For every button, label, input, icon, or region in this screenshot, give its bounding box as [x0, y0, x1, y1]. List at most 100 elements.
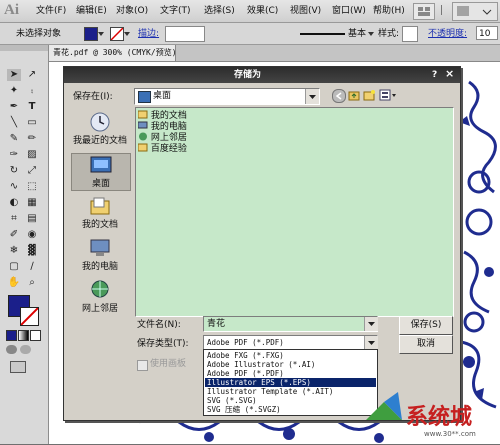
pen-tool-icon[interactable]: ✒ — [7, 101, 21, 113]
menu-effect[interactable]: 效果(C) — [247, 4, 278, 18]
filetype-option-selected[interactable]: Illustrator EPS (*.EPS) — [205, 378, 376, 387]
eraser-icon[interactable]: ▨ — [25, 149, 39, 161]
dialog-title-bar[interactable]: 存储为 ? × — [64, 67, 460, 83]
fill-color-swatch[interactable] — [84, 27, 98, 41]
workspace-switcher-icon[interactable] — [413, 3, 435, 20]
menu-file[interactable]: 文件(F) — [36, 4, 66, 18]
chevron-down-icon[interactable] — [305, 89, 319, 104]
slice-tool-icon[interactable]: ∕ — [25, 261, 39, 273]
opacity-label[interactable]: 不透明度: — [428, 28, 467, 40]
magic-wand-icon[interactable]: ✦ — [7, 85, 21, 97]
help-button[interactable]: ? — [432, 69, 437, 81]
selection-tool-icon[interactable]: ➤ — [7, 69, 21, 81]
filetype-option[interactable]: Adobe FXG (*.FXG) — [205, 351, 376, 360]
opacity-field[interactable]: 10 — [476, 26, 498, 40]
chevron-down-icon[interactable] — [364, 317, 378, 331]
my-documents-icon — [90, 197, 110, 215]
up-folder-icon[interactable] — [348, 89, 360, 101]
document-tab[interactable]: 青花.pdf @ 300% (CMYK/预览) — [49, 45, 177, 61]
mesh-tool-icon[interactable]: ⌗ — [7, 213, 21, 225]
draw-mode-icon[interactable] — [6, 345, 17, 354]
cancel-button[interactable]: 取消 — [399, 335, 453, 354]
stroke-label[interactable]: 描边: — [138, 28, 159, 40]
hand-tool-icon[interactable]: ✋ — [7, 277, 21, 289]
type-tool-icon[interactable]: T — [25, 101, 39, 113]
filetype-option[interactable]: SVG 压缩 (*.SVGZ) — [205, 405, 376, 414]
eyedropper-icon[interactable]: ✐ — [7, 229, 21, 241]
graph-tool-icon[interactable]: ▓ — [25, 245, 39, 257]
blob-brush-icon[interactable]: ✑ — [7, 149, 21, 161]
chevron-down-icon[interactable] — [124, 30, 130, 36]
place-recent-docs[interactable]: 我最近的文档 — [71, 111, 129, 147]
menu-window[interactable]: 窗口(W) — [332, 4, 366, 18]
scale-tool-icon[interactable]: ⤢ — [25, 165, 39, 177]
save-in-value: 桌面 — [153, 91, 172, 101]
view-menu-icon[interactable] — [379, 89, 397, 101]
lasso-icon[interactable]: ⨾ — [25, 85, 39, 97]
filetype-option[interactable]: Adobe PDF (*.PDF) — [205, 369, 376, 378]
save-in-combobox[interactable]: 桌面 — [134, 88, 320, 105]
back-icon[interactable] — [332, 89, 346, 103]
style-label: 样式: — [378, 29, 400, 39]
graphic-style-swatch[interactable] — [402, 26, 418, 42]
menu-view[interactable]: 视图(V) — [290, 4, 321, 18]
bridge-button[interactable] — [452, 2, 498, 21]
filetype-option[interactable]: Adobe Illustrator (*.AI) — [205, 360, 376, 369]
place-label: 网上邻居 — [81, 304, 118, 314]
filetype-option[interactable]: SVG (*.SVG) — [205, 396, 376, 405]
file-list[interactable]: 我的文档 我的电脑 网上邻居 百度经验 — [135, 107, 454, 317]
stroke-swatch-large[interactable] — [20, 307, 39, 326]
gradient-mode-icon[interactable] — [18, 330, 29, 341]
chevron-down-icon[interactable] — [98, 30, 104, 36]
tools-panel: ➤ ↗ ✦ ⨾ ✒ T ╲ ▭ ✎ ✏ ✑ ▨ ↻ ⤢ ∿ ⬚ ◐ ▦ ⌗ ▤ … — [0, 45, 49, 444]
zoom-tool-icon[interactable]: ⌕ — [25, 277, 39, 289]
place-my-computer[interactable]: 我的电脑 — [71, 237, 129, 273]
list-item[interactable]: 百度经验 — [137, 143, 187, 154]
rectangle-tool-icon[interactable]: ▭ — [25, 117, 39, 129]
stroke-color-swatch[interactable] — [110, 27, 124, 41]
stroke-weight-field[interactable] — [165, 26, 205, 42]
filename-field[interactable]: 青花 — [203, 316, 378, 332]
place-desktop[interactable]: 桌面 — [71, 153, 131, 191]
recent-docs-icon — [90, 112, 110, 132]
rotate-tool-icon[interactable]: ↻ — [7, 165, 21, 177]
menu-help[interactable]: 帮助(H) — [373, 4, 405, 18]
color-mode-icon[interactable] — [6, 330, 17, 341]
watermark-logo: 系统城 www.30**.com — [362, 390, 498, 442]
selection-status: 未选择对象 — [16, 29, 62, 39]
paintbrush-icon[interactable]: ✎ — [7, 133, 21, 145]
place-network[interactable]: 网上邻居 — [71, 279, 129, 315]
menu-edit[interactable]: 编辑(E) — [76, 4, 107, 18]
none-mode-icon[interactable] — [30, 330, 41, 341]
screen-mode-icon[interactable] — [10, 361, 26, 373]
line-tool-icon[interactable]: ╲ — [7, 117, 21, 129]
shape-builder-icon[interactable]: ◐ — [7, 197, 21, 209]
list-item[interactable]: 我的电脑 — [137, 121, 187, 132]
draw-behind-icon[interactable] — [20, 345, 31, 354]
panel-grip[interactable] — [0, 45, 48, 51]
chevron-down-icon[interactable] — [364, 336, 378, 350]
list-item[interactable]: 我的文档 — [137, 110, 187, 121]
gradient-tool-icon[interactable]: ▤ — [25, 213, 39, 225]
warp-tool-icon[interactable]: ∿ — [7, 181, 21, 193]
place-my-documents[interactable]: 我的文档 — [71, 195, 129, 231]
list-item[interactable]: 网上邻居 — [138, 132, 187, 143]
perspective-grid-icon[interactable]: ▦ — [25, 197, 39, 209]
pencil-icon[interactable]: ✏ — [25, 133, 39, 145]
network-icon — [139, 132, 147, 141]
filetype-option[interactable]: Illustrator Template (*.AIT) — [205, 387, 376, 396]
save-button[interactable]: 保存(S) — [399, 316, 453, 335]
use-artboards-checkbox[interactable] — [137, 360, 148, 371]
blend-tool-icon[interactable]: ◉ — [25, 229, 39, 241]
free-transform-icon[interactable]: ⬚ — [25, 181, 39, 193]
menu-select[interactable]: 选择(S) — [204, 4, 235, 18]
artboard-tool-icon[interactable]: ▢ — [7, 261, 21, 273]
direct-selection-icon[interactable]: ↗ — [25, 69, 39, 81]
menu-object[interactable]: 对象(O) — [116, 4, 148, 18]
new-folder-icon[interactable] — [363, 89, 375, 101]
close-button[interactable]: × — [445, 68, 454, 80]
network-icon — [91, 280, 109, 298]
menu-type[interactable]: 文字(T) — [160, 4, 191, 18]
chevron-down-icon[interactable] — [368, 30, 374, 36]
symbol-sprayer-icon[interactable]: ❄ — [7, 245, 21, 257]
